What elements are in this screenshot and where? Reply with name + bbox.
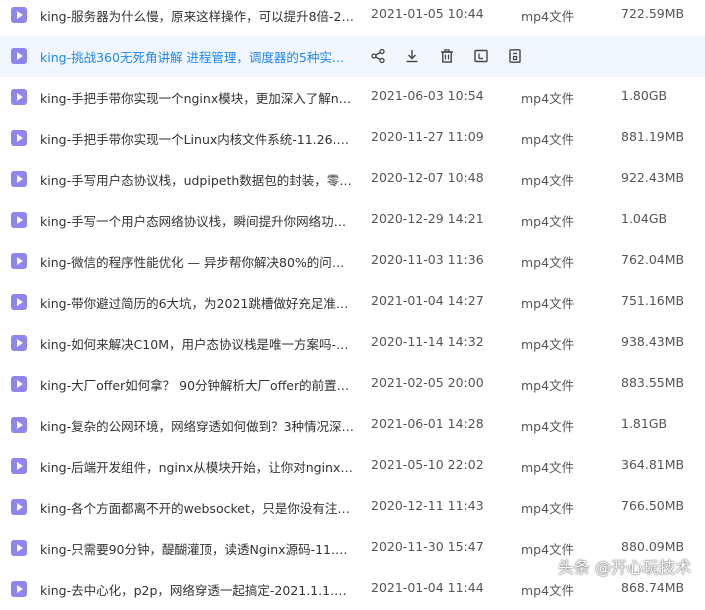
file-name[interactable]: king-手把手带你实现一个Linux内核文件系统-11.26.mp4 [40,129,355,148]
more-icon[interactable] [505,46,525,66]
share-icon[interactable] [368,46,388,66]
file-date: 2020-11-30 15:47 [371,539,484,554]
file-list: king-服务器为什么慢，原来这样操作，可以提升8倍-21.... 2021-0… [0,0,705,610]
file-date: 2021-01-04 14:27 [371,293,484,308]
file-date: 2021-05-10 22:02 [371,457,484,472]
video-file-icon [11,171,27,187]
video-file-icon [11,253,27,269]
file-name[interactable]: king-挑战360无死角讲解 进程管理，调度器的5种实现-4... [40,47,355,66]
file-date: 2021-02-05 20:00 [371,375,484,390]
file-type: mp4文件 [521,91,575,106]
file-row[interactable]: king-手把手带你实现一个nginx模块，更加深入了解nginx... 202… [0,77,705,118]
file-size: 938.43MB [621,334,685,349]
file-date: 2020-11-14 14:32 [371,334,484,349]
file-row[interactable]: king-手写一个用户态网络协议栈，瞬间提升你网络功底-... 2020-12-… [0,200,705,241]
file-name[interactable]: king-大厂offer如何拿？ 90分钟解析大厂offer的前置条... [40,375,355,394]
video-file-icon [11,581,27,597]
file-name[interactable]: king-手写一个用户态网络协议栈，瞬间提升你网络功底-... [40,211,355,230]
file-row[interactable]: king-挑战360无死角讲解 进程管理，调度器的5种实现-4... [0,36,705,77]
file-date: 2020-12-07 10:48 [371,170,484,185]
file-size: 1.04GB [621,211,668,226]
file-date: 2021-06-01 14:28 [371,416,484,431]
file-size: 722.59MB [621,6,685,21]
file-name[interactable]: king-手把手带你实现一个nginx模块，更加深入了解nginx... [40,88,355,107]
video-file-icon [11,499,27,515]
video-file-icon [11,294,27,310]
file-row[interactable]: king-各个方面都离不开的websocket，只是你没有注意... 2020-… [0,487,705,528]
file-size: 766.50MB [621,498,685,513]
file-date: 2020-11-27 11:09 [371,129,484,144]
video-file-icon [11,335,27,351]
file-date: 2020-12-29 14:21 [371,211,484,226]
file-size: 762.04MB [621,252,685,267]
video-file-icon [11,458,27,474]
file-type: mp4文件 [521,337,575,352]
file-row[interactable]: king-大厂offer如何拿？ 90分钟解析大厂offer的前置条... 20… [0,364,705,405]
file-size: 751.16MB [621,293,685,308]
file-size: 1.81GB [621,416,668,431]
video-file-icon [11,417,27,433]
file-name[interactable]: king-带你避过简历的6大坑，为2021跳槽做好充足准备-... [40,293,355,312]
file-size: 1.80GB [621,88,668,103]
file-date: 2020-12-11 11:43 [371,498,484,513]
file-row[interactable]: king-如何来解决C10M，用户态协议栈是唯一方案吗-11... 2020-1… [0,323,705,364]
file-row[interactable]: king-复杂的公网环境，网络穿透如何做到？3种情况深度... 2021-06-… [0,405,705,446]
file-type: mp4文件 [521,419,575,434]
file-type: mp4文件 [521,501,575,516]
video-file-icon [11,130,27,146]
rename-icon[interactable] [471,46,491,66]
file-type: mp4文件 [521,132,575,147]
file-name[interactable]: king-如何来解决C10M，用户态协议栈是唯一方案吗-11... [40,334,355,353]
file-name[interactable]: king-只需要90分钟，醍醐灌顶，读透Nginx源码-11.29... [40,539,355,558]
file-date: 2021-01-05 10:44 [371,6,484,21]
file-row[interactable]: king-微信的程序性能优化 — 异步帮你解决80%的问题-1... 2020-… [0,241,705,282]
file-size: 881.19MB [621,129,685,144]
file-row[interactable]: king-带你避过简历的6大坑，为2021跳槽做好充足准备-... 2021-0… [0,282,705,323]
file-row[interactable]: king-手写用户态协议栈，udpipeth数据包的封装，零拷... 2020-… [0,159,705,200]
file-name[interactable]: king-后端开发组件，nginx从模块开始，让你对nginx有... [40,457,355,476]
file-type: mp4文件 [521,255,575,270]
file-size: 880.09MB [621,539,685,554]
file-size: 922.43MB [621,170,685,185]
file-type: mp4文件 [521,296,575,311]
video-file-icon [11,89,27,105]
file-name[interactable]: king-服务器为什么慢，原来这样操作，可以提升8倍-21.... [40,6,355,25]
delete-icon[interactable] [437,46,457,66]
file-row[interactable]: king-手把手带你实现一个Linux内核文件系统-11.26.mp4 2020… [0,118,705,159]
file-row[interactable]: king-服务器为什么慢，原来这样操作，可以提升8倍-21.... 2021-0… [0,0,705,36]
file-type: mp4文件 [521,214,575,229]
file-type: mp4文件 [521,173,575,188]
file-date: 2021-06-03 10:54 [371,88,484,103]
video-file-icon [11,212,27,228]
file-size: 883.55MB [621,375,685,390]
file-type: mp4文件 [521,378,575,393]
watermark: 头条 @开心玩技术 [557,558,691,577]
download-icon[interactable] [402,46,422,66]
file-name[interactable]: king-手写用户态协议栈，udpipeth数据包的封装，零拷... [40,170,355,189]
file-type: mp4文件 [521,460,575,475]
file-size: 364.81MB [621,457,685,472]
video-file-icon [11,48,27,64]
video-file-icon [11,7,27,23]
video-file-icon [11,540,27,556]
file-date: 2020-11-03 11:36 [371,252,484,267]
file-type: mp4文件 [521,9,575,24]
file-name[interactable]: king-微信的程序性能优化 — 异步帮你解决80%的问题-1... [40,252,355,271]
video-file-icon [11,376,27,392]
file-name[interactable]: king-复杂的公网环境，网络穿透如何做到？3种情况深度... [40,416,355,435]
file-name[interactable]: king-各个方面都离不开的websocket，只是你没有注意... [40,498,355,517]
file-size: 868.74MB [621,580,685,595]
file-row[interactable]: king-后端开发组件，nginx从模块开始，让你对nginx有... 2021… [0,446,705,487]
file-date: 2021-01-04 11:44 [371,580,484,595]
